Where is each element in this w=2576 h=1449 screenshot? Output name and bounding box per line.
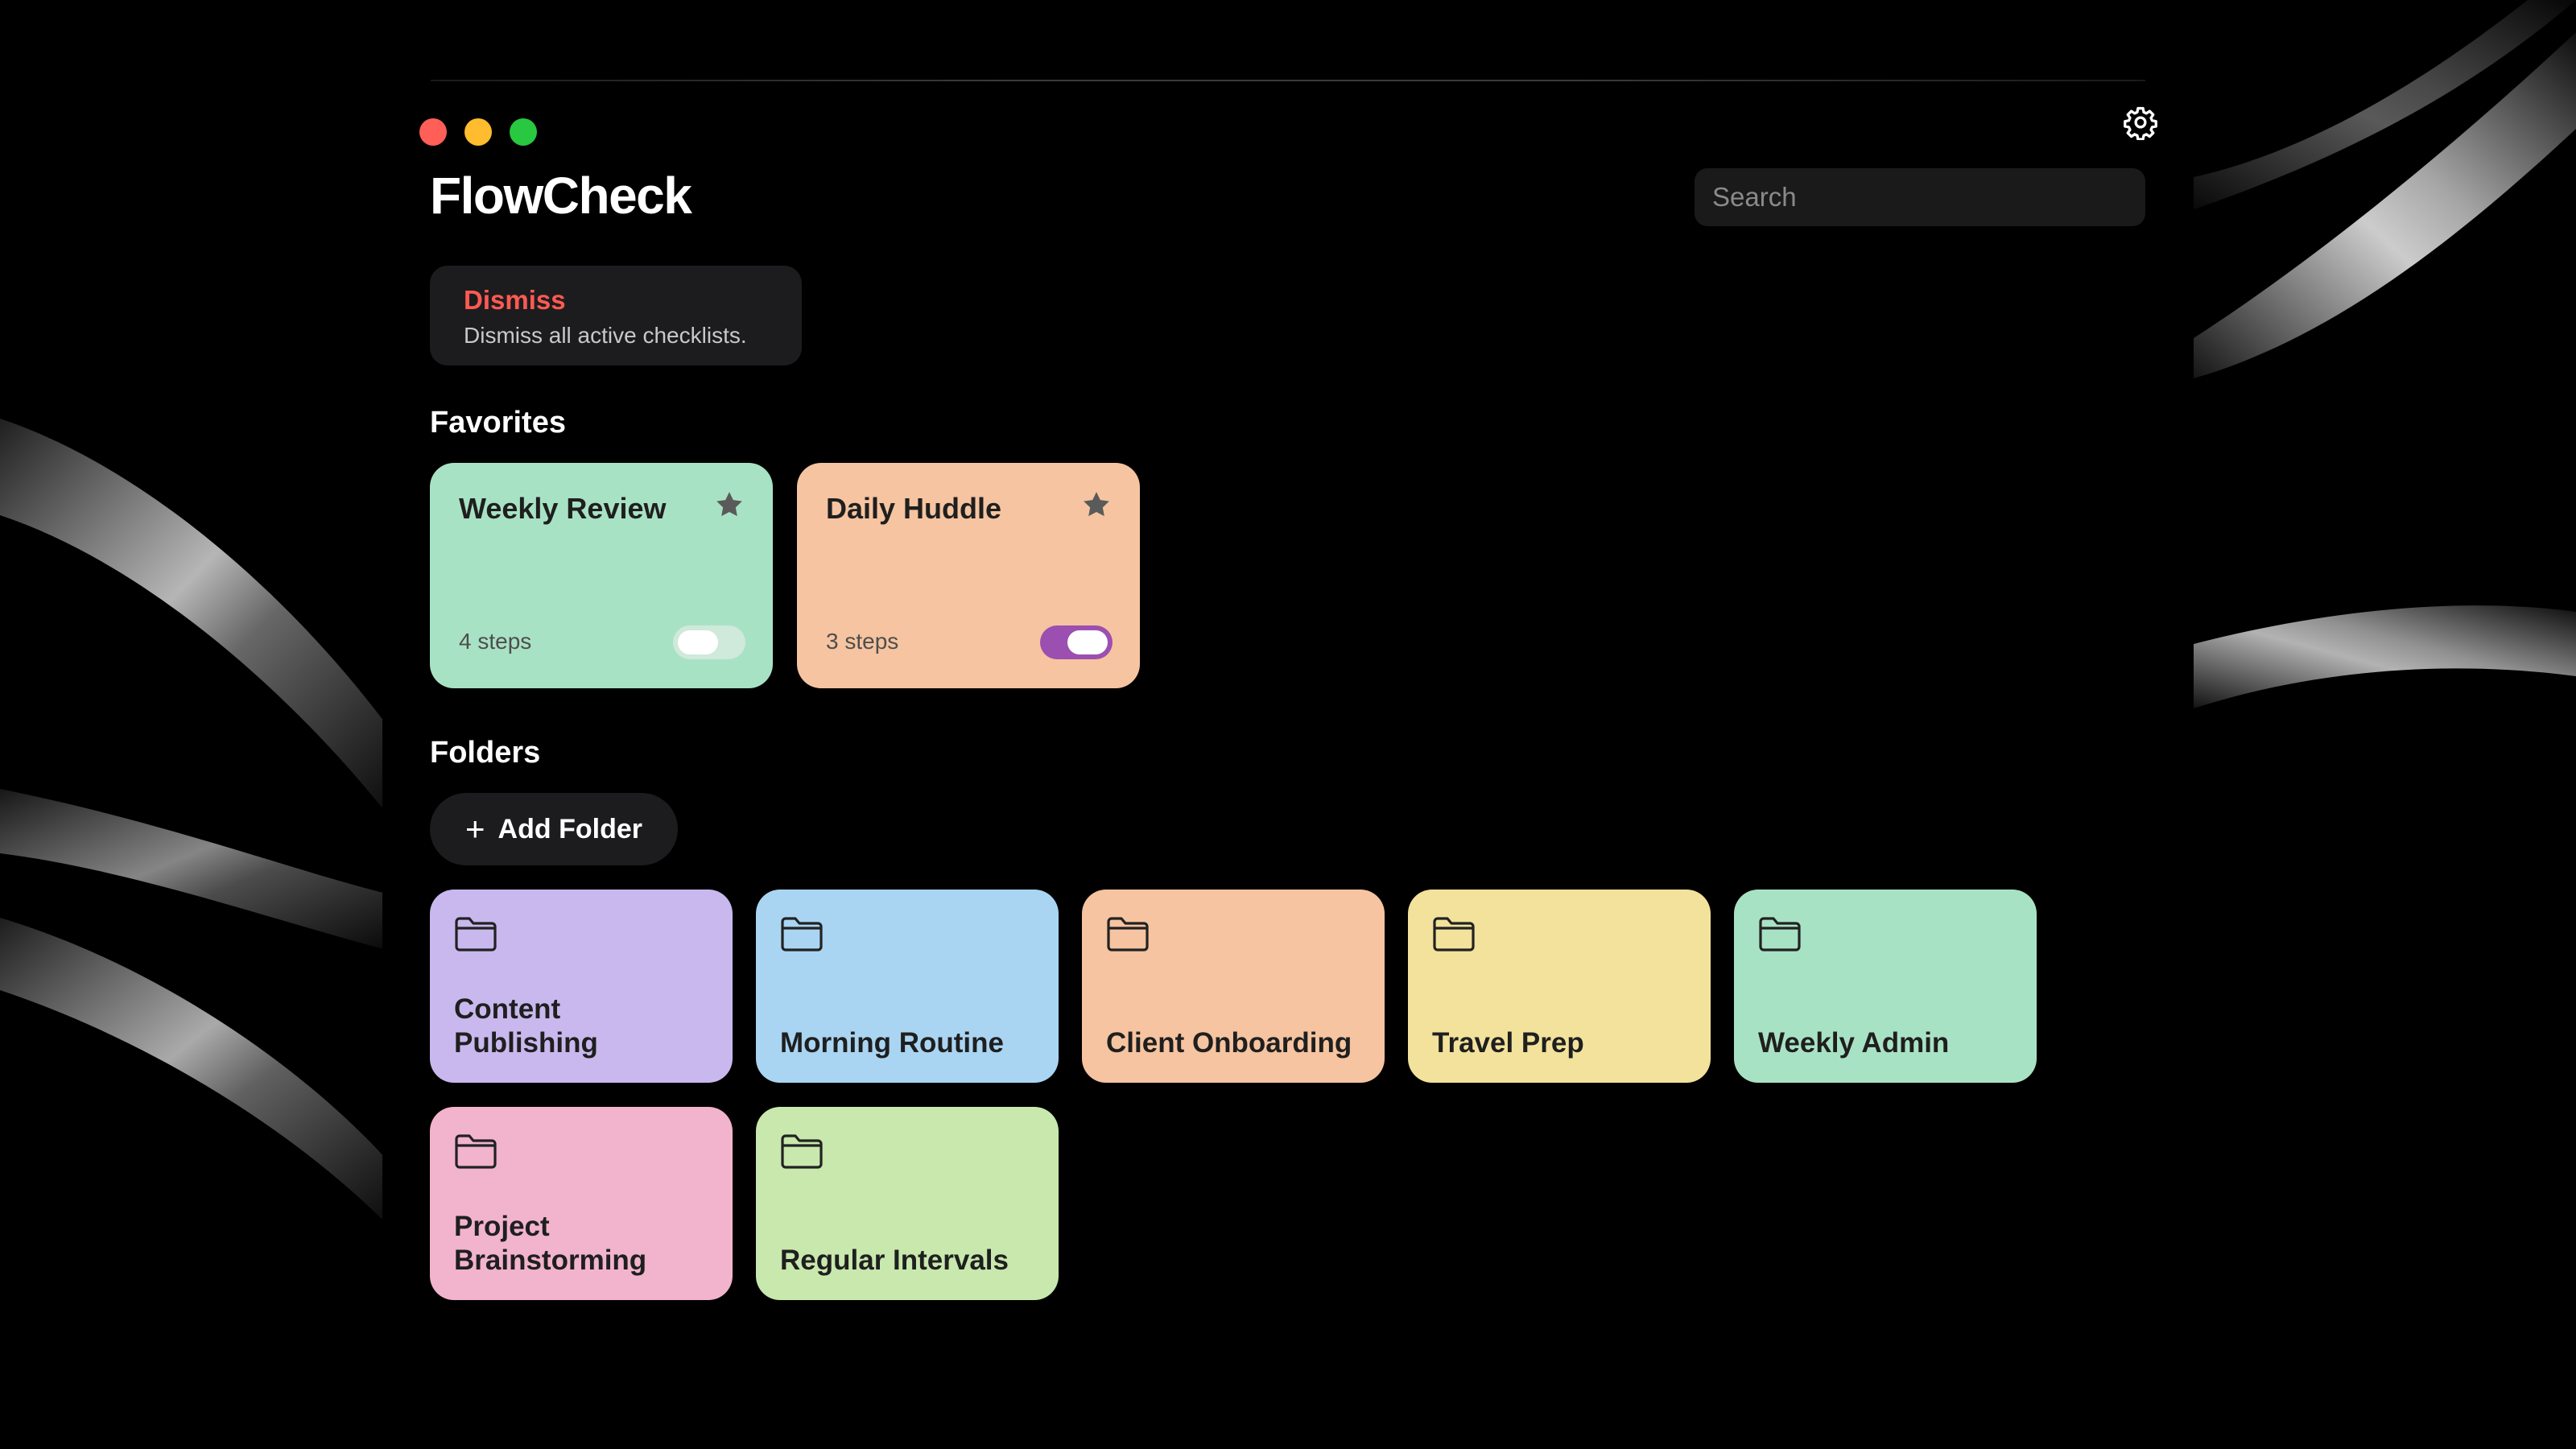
search-input[interactable]: Search — [1695, 168, 2145, 226]
search-placeholder: Search — [1712, 182, 1797, 212]
folder-icon — [1107, 917, 1149, 952]
dismiss-all-button[interactable]: Dismiss Dismiss all active checklists. — [430, 266, 802, 365]
folder-label: Content Publishing — [454, 993, 598, 1059]
folder-icon — [455, 917, 497, 952]
folder-icon — [781, 1134, 823, 1169]
close-window-button[interactable] — [419, 118, 447, 146]
folder-icon — [455, 1134, 497, 1169]
favorite-card-daily-huddle[interactable]: Daily Huddle 3 steps — [797, 463, 1140, 688]
folder-icon — [781, 917, 823, 952]
zoom-window-button[interactable] — [510, 118, 537, 146]
favorite-title: Daily Huddle — [826, 492, 1002, 525]
window-controls — [419, 118, 537, 146]
folder-label: Regular Intervals — [780, 1245, 1009, 1276]
folder-icon — [1433, 917, 1475, 952]
toggle-knob — [1067, 630, 1108, 654]
add-folder-label: Add Folder — [497, 813, 642, 844]
folder-travel-prep[interactable]: Travel Prep — [1408, 890, 1711, 1083]
folder-client-onboarding[interactable]: Client Onboarding — [1082, 890, 1385, 1083]
gear-icon[interactable] — [2123, 105, 2158, 140]
star-icon[interactable] — [713, 489, 745, 521]
folder-label: Weekly Admin — [1758, 1027, 1950, 1059]
dismiss-title: Dismiss — [464, 285, 566, 315]
favorites-heading: Favorites — [430, 406, 566, 440]
folder-label: Client Onboarding — [1106, 1027, 1352, 1059]
dismiss-description: Dismiss all active checklists. — [464, 323, 747, 348]
add-folder-button[interactable]: + Add Folder — [430, 793, 678, 865]
folder-label: Project Brainstorming — [454, 1211, 647, 1276]
folder-project-brainstorming[interactable]: Project Brainstorming — [430, 1107, 733, 1300]
favorite-toggle[interactable] — [673, 625, 745, 659]
folders-heading: Folders — [430, 736, 541, 770]
folder-weekly-admin[interactable]: Weekly Admin — [1734, 890, 2037, 1083]
favorite-card-weekly-review[interactable]: Weekly Review 4 steps — [430, 463, 773, 688]
folder-regular-intervals[interactable]: Regular Intervals — [756, 1107, 1059, 1300]
window-top-edge — [431, 80, 2145, 81]
folder-label: Morning Routine — [780, 1027, 1005, 1059]
plus-icon: + — [465, 810, 485, 848]
app-title: FlowCheck — [430, 167, 692, 225]
folder-morning-routine[interactable]: Morning Routine — [756, 890, 1059, 1083]
favorite-title: Weekly Review — [459, 492, 667, 525]
toggle-knob — [678, 630, 718, 654]
minimize-window-button[interactable] — [464, 118, 492, 146]
folder-content-publishing[interactable]: Content Publishing — [430, 890, 733, 1083]
folder-label: Travel Prep — [1432, 1027, 1584, 1059]
favorite-steps: 3 steps — [826, 629, 899, 654]
folder-icon — [1759, 917, 1801, 952]
favorite-toggle[interactable] — [1040, 625, 1113, 659]
favorite-steps: 4 steps — [459, 629, 532, 654]
star-icon[interactable] — [1080, 489, 1113, 521]
